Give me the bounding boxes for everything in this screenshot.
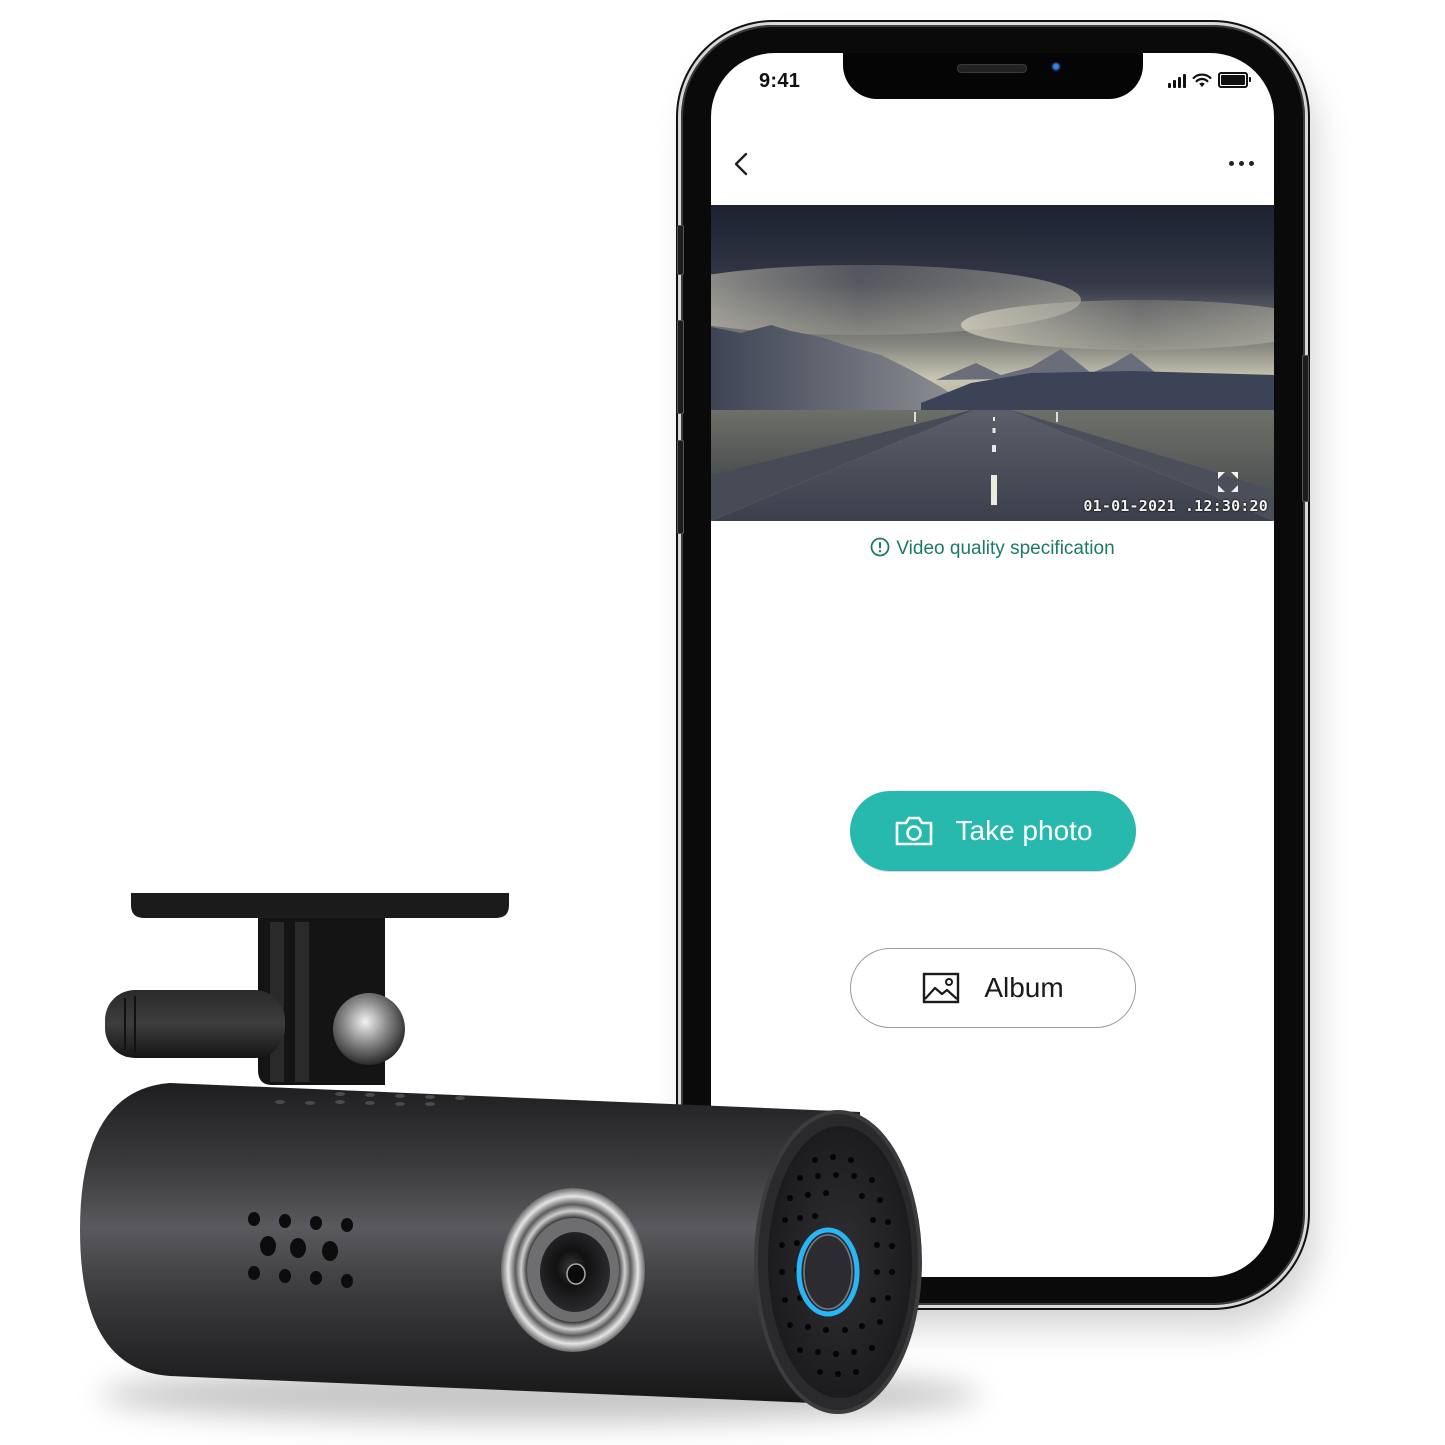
app-screen: 9:41 01-01-2021 .12:30:20 Video quality … <box>711 53 1274 1277</box>
album-button[interactable]: Album <box>850 948 1136 1028</box>
info-circle-icon <box>870 537 890 557</box>
chevron-left-icon <box>734 152 748 176</box>
lane-marking <box>992 445 996 452</box>
power-button <box>1302 355 1309 502</box>
earpiece-speaker <box>957 64 1027 73</box>
camera-lens-ring <box>501 1188 645 1352</box>
expand-icon <box>1218 472 1238 492</box>
image-icon <box>923 972 960 1004</box>
back-button[interactable] <box>727 149 757 179</box>
top-vents <box>275 1092 465 1106</box>
live-video-preview[interactable]: 01-01-2021 .12:30:20 <box>711 205 1274 521</box>
microphone-holes <box>248 1212 353 1288</box>
adhesive-mount-plate <box>131 893 509 918</box>
more-horizontal-icon-dot <box>1249 161 1254 166</box>
more-horizontal-icon-dot <box>1239 161 1244 166</box>
mount-ball-joint <box>333 993 405 1065</box>
take-photo-button[interactable]: Take photo <box>850 791 1136 871</box>
video-timestamp: 01-01-2021 .12:30:20 <box>1083 497 1268 515</box>
mount-knob <box>105 990 285 1058</box>
front-camera <box>1051 62 1061 72</box>
wifi-icon <box>1192 73 1212 87</box>
more-horizontal-icon-dot <box>1229 161 1234 166</box>
battery-icon <box>1218 72 1251 88</box>
road-scene-image <box>711 205 1274 521</box>
camera-icon <box>895 816 932 846</box>
mount-stem <box>258 918 385 1085</box>
more-options-button[interactable] <box>1229 161 1254 166</box>
spec-link-label: Video quality specification <box>896 538 1115 559</box>
volume-down-button <box>677 440 684 534</box>
volume-up-button <box>677 320 684 414</box>
camera-lens <box>540 1232 610 1312</box>
mute-switch <box>677 225 684 275</box>
video-quality-spec-link[interactable]: Video quality specification <box>711 537 1274 560</box>
lane-marking <box>993 417 995 421</box>
status-time: 9:41 <box>759 70 801 92</box>
status-icons <box>1168 72 1251 88</box>
take-photo-label: Take photo <box>955 815 1093 846</box>
cellular-signal-icon <box>1168 74 1186 88</box>
lane-marking <box>991 475 997 505</box>
fullscreen-button[interactable] <box>1216 470 1240 494</box>
album-label: Album <box>984 972 1064 1003</box>
smartphone: 9:41 01-01-2021 .12:30:20 Video quality … <box>677 25 1309 1305</box>
lane-marking <box>992 428 996 433</box>
notch <box>843 53 1143 99</box>
